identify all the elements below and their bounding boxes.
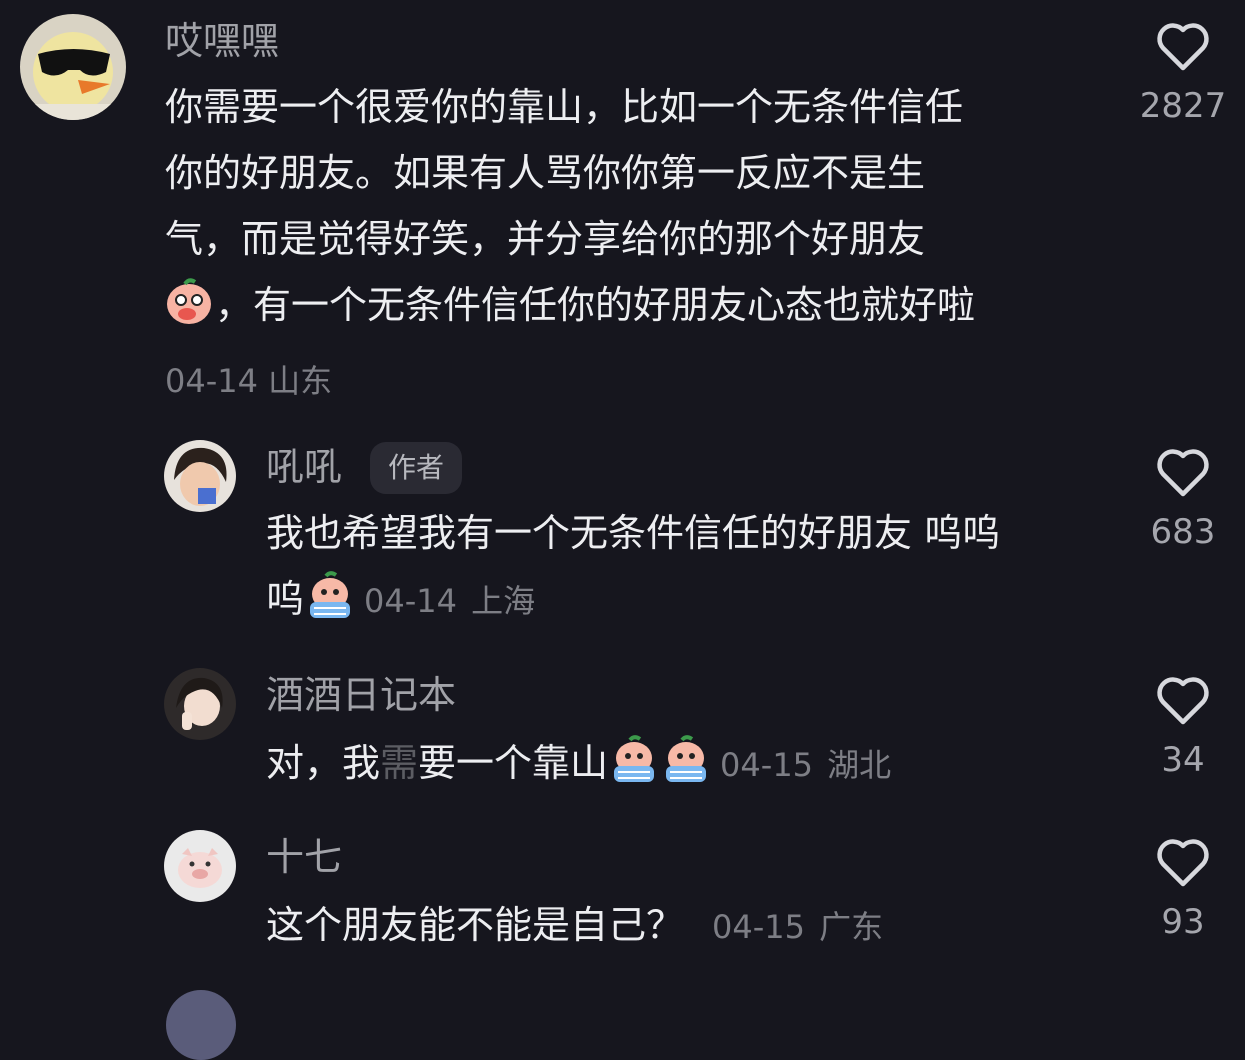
like-button[interactable]: 34: [1128, 674, 1238, 780]
comment-text-line: 呜: [266, 577, 305, 621]
comment-text-part: 要一个靠山: [418, 741, 609, 785]
comment-text: 你需要一个很爱你的靠山，比如一个无条件信任 你的好朋友。如果有人骂你你第一反应不…: [165, 74, 975, 338]
comment-text-part: 需: [380, 741, 419, 785]
heart-icon: [1157, 677, 1209, 725]
crying-emoji: [660, 734, 712, 786]
comment-location: 广东: [819, 908, 884, 946]
comment-date: 04-15: [712, 908, 805, 946]
username[interactable]: 酒酒日记本: [266, 672, 456, 718]
comment-location: 山东: [268, 362, 333, 400]
comment-text-line: 你需要一个很爱你的靠山，比如一个无条件信任: [165, 85, 964, 129]
comment-text: 对，我需要一个靠山 04-15 湖北: [266, 730, 891, 798]
comment-text: 我也希望我有一个无条件信任的好朋友 呜呜 呜 04-14 上海: [266, 500, 1000, 634]
like-count: 34: [1161, 740, 1205, 780]
comment-location: 湖北: [827, 746, 892, 784]
heart-icon: [1157, 839, 1209, 887]
like-count: 2827: [1139, 86, 1227, 126]
comment-location: 上海: [471, 582, 536, 620]
comment-text: 这个朋友能不能是自己？ 04-15 广东: [266, 892, 883, 960]
comment-text-line: ，有一个无条件信任你的好朋友心态也就好啦: [215, 283, 976, 327]
comment-date: 04-14: [364, 582, 457, 620]
like-count: 93: [1161, 902, 1205, 942]
like-button[interactable]: 93: [1128, 836, 1238, 942]
next-comment-avatar[interactable]: [166, 990, 236, 1060]
comment-text-line: 我也希望我有一个无条件信任的好朋友 呜呜: [266, 511, 1001, 555]
crying-emoji: [304, 570, 356, 622]
girl-avatar[interactable]: [164, 440, 236, 512]
comment-text-part: 这个朋友能不能是自己？: [266, 903, 685, 947]
comment-text-line-with-emoji: ，有一个无条件信任你的好朋友心态也就好啦: [163, 272, 975, 338]
girl-peace-sign-avatar[interactable]: [164, 668, 236, 740]
pig-toy-avatar[interactable]: [164, 830, 236, 902]
username[interactable]: 吼吼: [266, 444, 342, 490]
crying-emoji: [608, 734, 660, 786]
comment-date: 04-15: [720, 746, 814, 784]
comment-text-line: 你的好朋友。如果有人骂你你第一反应不是生: [165, 151, 926, 195]
author-badge: 作者: [370, 442, 463, 494]
username[interactable]: 哎嘿嘿: [165, 18, 279, 64]
like-button[interactable]: 683: [1128, 446, 1238, 552]
duck-sunglasses-avatar[interactable]: [20, 14, 126, 120]
comment-text-part: 对，我: [266, 741, 381, 785]
like-button[interactable]: 2827: [1128, 20, 1238, 126]
username[interactable]: 十七: [266, 834, 342, 880]
like-count: 683: [1150, 512, 1216, 552]
heart-icon: [1157, 449, 1209, 497]
covering-mouth-emoji: [163, 276, 215, 328]
comment-date: 04-14: [165, 362, 258, 400]
heart-icon: [1157, 23, 1209, 71]
comment-meta: 04-14 山东: [165, 356, 332, 402]
comment-text-line: 气，而是觉得好笑，并分享给你的那个好朋友: [165, 217, 926, 261]
comment-text-line-with-meta: 呜 04-14 上海: [266, 566, 1000, 634]
